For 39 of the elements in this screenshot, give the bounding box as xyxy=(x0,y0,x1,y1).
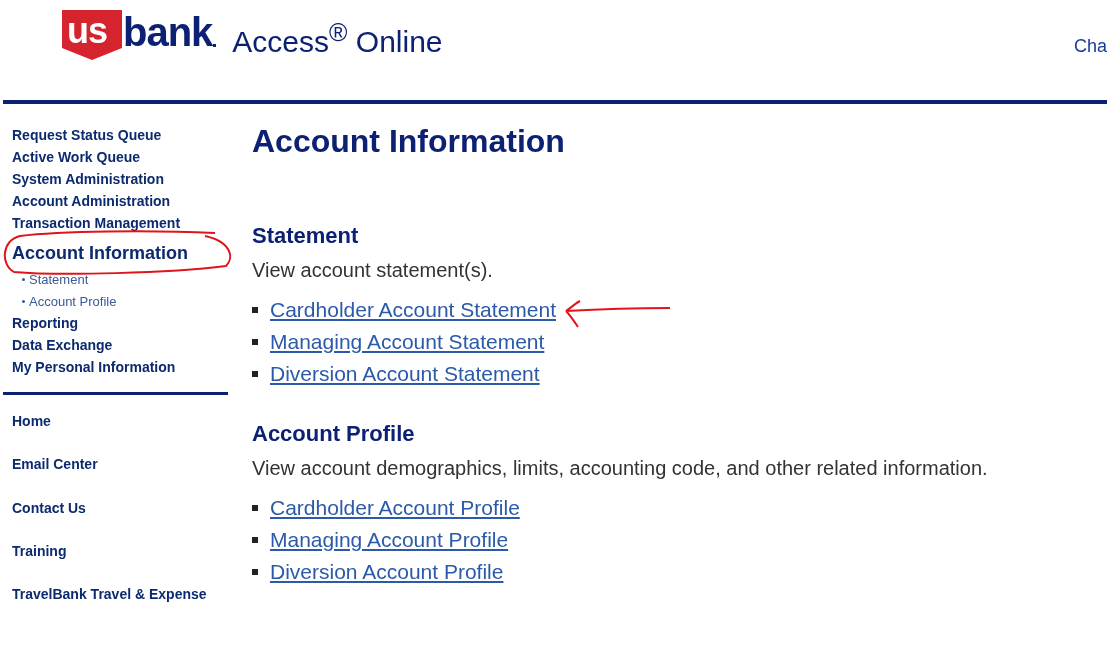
statement-link[interactable]: Managing Account Statement xyxy=(270,330,545,354)
section-heading: Statement xyxy=(252,222,360,250)
sidebar-link[interactable]: Training xyxy=(12,543,228,586)
section-heading: Account Profile xyxy=(252,420,416,448)
section-description: View account statement(s). xyxy=(252,258,494,282)
bullet-icon xyxy=(252,569,258,575)
bullet-icon xyxy=(252,537,258,543)
bullet-icon xyxy=(22,277,25,281)
statement-link[interactable]: Cardholder Account Statement xyxy=(270,298,556,322)
statement-link[interactable]: Diversion Account Statement xyxy=(270,362,540,386)
sidebar-item[interactable]: Reporting xyxy=(12,315,79,331)
page-title: Account Information xyxy=(252,122,566,161)
sidebar-item[interactable]: Statement xyxy=(29,271,89,287)
sidebar-link[interactable]: Email Center xyxy=(12,456,228,500)
sidebar-link[interactable]: Contact Us xyxy=(12,500,228,543)
sidebar-item[interactable]: Data Exchange xyxy=(12,337,113,353)
sidebar-item[interactable]: Account Information xyxy=(12,242,188,264)
statement-link[interactable]: Managing Account Profile xyxy=(270,528,509,552)
bullet-icon xyxy=(252,339,258,345)
section-description: View account demographics, limits, accounting code, and other related information. xyxy=(252,456,988,480)
bullet-icon xyxy=(252,307,258,313)
sidebar-item[interactable]: System Administration xyxy=(12,171,164,187)
statement-link[interactable]: Cardholder Account Profile xyxy=(270,496,520,520)
sidebar-item[interactable]: My Personal Information xyxy=(12,359,176,375)
logo-text: bank xyxy=(123,10,213,54)
sidebar-item[interactable]: Account Profile xyxy=(29,293,117,309)
sidebar-link[interactable]: Home xyxy=(12,413,228,456)
sidebar-link[interactable]: TravelBank Travel & Expense xyxy=(12,586,228,629)
sidebar-item[interactable]: Active Work Queue xyxy=(12,149,141,165)
bullet-icon xyxy=(22,299,25,303)
product-name: Access$^{®}$ Online xyxy=(232,18,443,59)
logo-shield: us xyxy=(62,10,122,60)
user-link[interactable]: Cha xyxy=(1073,36,1107,57)
statement-link[interactable]: Diversion Account Profile xyxy=(270,560,504,584)
sidebar-item[interactable]: Account Administration xyxy=(12,193,171,209)
bullet-icon xyxy=(252,505,258,511)
sidebar-item[interactable]: Transaction Management xyxy=(12,215,181,231)
sidebar-item[interactable]: Request Status Queue xyxy=(12,127,162,143)
bullet-icon xyxy=(252,371,258,377)
